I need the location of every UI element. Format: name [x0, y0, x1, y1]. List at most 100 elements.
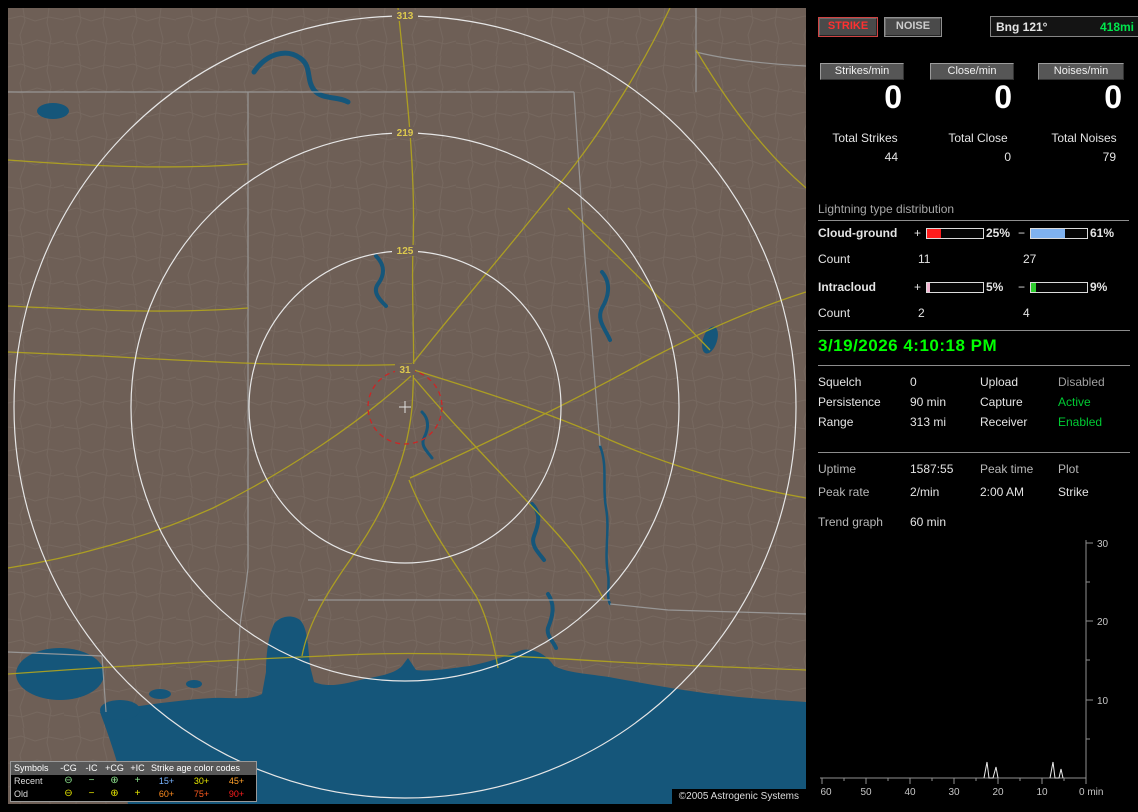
trend-tick-labels: 30 20 10 60 50 40 30 20 10 0 min — [820, 539, 1108, 798]
x-tick-0-min: 0 min — [1079, 787, 1103, 798]
age-45: 45+ — [228, 776, 245, 786]
peak-time-label: Peak time — [980, 462, 1034, 476]
range-label-313: 313 — [397, 11, 414, 22]
x-tick-50: 50 — [860, 787, 872, 798]
minus-sign: − — [1018, 280, 1026, 294]
count-label: Count — [818, 306, 851, 320]
legend-row-old: Old ⊖ − ⊕ + 60+ 75+ 90+ — [11, 788, 256, 801]
receiver-label: Receiver — [980, 415, 1028, 429]
age-60: 60+ — [158, 789, 175, 799]
uptime-value: 1587:55 — [910, 462, 954, 476]
cloud-ground-negative-pct: 61% — [1090, 226, 1115, 240]
lake — [186, 680, 202, 688]
persistence-label: Persistence — [818, 395, 881, 409]
strike-button[interactable]: STRIKE — [818, 17, 878, 37]
legend-col-neg-cg: -CG — [60, 763, 77, 773]
lightning-map[interactable]: 313 219 125 31 Symbols -CG -IC +CG +IC S… — [8, 8, 806, 804]
legend-age-title: Strike age color codes — [151, 763, 241, 773]
plot-value: Strike — [1058, 485, 1089, 499]
uptime-label: Uptime — [818, 462, 857, 476]
strike-legend: Symbols -CG -IC +CG +IC Strike age color… — [10, 761, 257, 802]
pos-ic-recent-icon: + — [134, 775, 141, 786]
minus-sign: − — [1018, 226, 1026, 240]
intracloud-positive-count: 2 — [918, 306, 925, 320]
capture-status: Active — [1058, 395, 1091, 409]
receiver-status: Enabled — [1058, 415, 1103, 429]
range-label-31: 31 — [399, 365, 411, 376]
legend-symbols-title: Symbols — [14, 763, 49, 773]
x-tick-40: 40 — [904, 787, 916, 798]
squelch-value: 0 — [910, 375, 917, 389]
cloud-ground-positive-pct: 25% — [986, 226, 1011, 240]
intracloud-label: Intracloud — [818, 280, 877, 294]
trend-graph-row: Trend graph 60 min — [818, 515, 1130, 531]
pos-cg-recent-icon: ⊕ — [110, 775, 119, 786]
y-tick-10: 10 — [1097, 696, 1109, 707]
range-label-125: 125 — [397, 246, 414, 257]
cloud-ground-negative-bar — [1030, 228, 1088, 239]
intracloud-negative-count: 4 — [1023, 306, 1030, 320]
bar-fill — [927, 283, 930, 292]
status-panel: STRIKE NOISE Bng 121° 418mi Strikes/min … — [818, 8, 1138, 804]
map-svg: 313 219 125 31 — [8, 8, 806, 804]
copyright-text: ©2005 Astrogenic Systems — [671, 789, 806, 804]
divider — [818, 452, 1130, 453]
peak-time-value: 2:00 AM — [980, 485, 1025, 499]
range-label-219: 219 — [397, 128, 414, 139]
upload-status: Disabled — [1058, 375, 1105, 389]
divider — [818, 365, 1130, 366]
bar-fill — [1031, 229, 1066, 238]
legend-old-label: Old — [14, 789, 29, 799]
age-15: 15+ — [158, 776, 175, 786]
bearing-label: Bng 121° — [996, 19, 1048, 34]
legend-col-pos-cg: +CG — [105, 763, 124, 773]
x-tick-30: 30 — [948, 787, 960, 798]
lake — [149, 689, 171, 699]
cloud-ground-negative-count: 27 — [1023, 252, 1037, 266]
total-noises-label: Total Noises — [1051, 131, 1117, 145]
noise-button[interactable]: NOISE — [884, 17, 942, 37]
y-tick-20: 20 — [1097, 617, 1109, 628]
intracloud-positive-bar — [926, 282, 984, 293]
strikes-per-min-badge: Strikes/min — [820, 63, 904, 80]
plus-sign: + — [914, 280, 922, 294]
range-value: 313 mi — [910, 415, 947, 429]
strike-spike — [983, 761, 999, 779]
age-30: 30+ — [193, 776, 210, 786]
timestamp: 3/19/2026 4:10:18 PM — [818, 336, 998, 355]
pos-ic-old-icon: + — [134, 788, 141, 799]
bar-fill — [927, 229, 941, 238]
close-per-min-value: 0 — [994, 79, 1012, 115]
legend-recent-label: Recent — [14, 776, 43, 786]
y-tick-30: 30 — [1097, 539, 1109, 550]
trend-axes — [820, 540, 1093, 784]
total-strikes-label: Total Strikes — [832, 131, 898, 145]
x-tick-10: 10 — [1036, 787, 1048, 798]
bearing-indicator: Bng 121° 418mi — [990, 16, 1138, 37]
trend-graph-value: 60 min — [910, 515, 947, 529]
capture-label: Capture — [980, 395, 1023, 409]
peak-rate-label: Peak rate — [818, 485, 870, 499]
strikes-per-min-value: 0 — [884, 79, 902, 115]
intracloud-negative-bar — [1030, 282, 1088, 293]
persistence-value: 90 min — [910, 395, 947, 409]
pos-cg-old-icon: ⊕ — [110, 788, 119, 799]
peak-rate-value: 2/min — [910, 485, 940, 499]
bar-fill — [1031, 283, 1037, 292]
total-close-value: 0 — [1004, 150, 1011, 164]
close-per-min-badge: Close/min — [930, 63, 1014, 80]
x-tick-20: 20 — [992, 787, 1004, 798]
strike-spike — [1049, 761, 1064, 779]
noises-per-min-badge: Noises/min — [1038, 63, 1124, 80]
legend-col-pos-ic: +IC — [130, 763, 145, 773]
cloud-ground-count-row: Count 11 27 — [818, 252, 1130, 266]
total-strikes-value: 44 — [884, 150, 898, 164]
age-75: 75+ — [193, 789, 210, 799]
distribution-row-cloud-ground: Cloud-ground + 25% − 61% — [818, 226, 1130, 240]
neg-cg-old-icon: ⊖ — [64, 788, 73, 799]
legend-header: Symbols -CG -IC +CG +IC Strike age color… — [11, 762, 256, 775]
distribution-row-intracloud: Intracloud + 5% − 9% — [818, 280, 1130, 294]
intracloud-positive-pct: 5% — [986, 280, 1004, 294]
plot-label: Plot — [1058, 462, 1079, 476]
stats-row-2: Peak rate 2/min 2:00 AM Strike — [818, 485, 1130, 501]
